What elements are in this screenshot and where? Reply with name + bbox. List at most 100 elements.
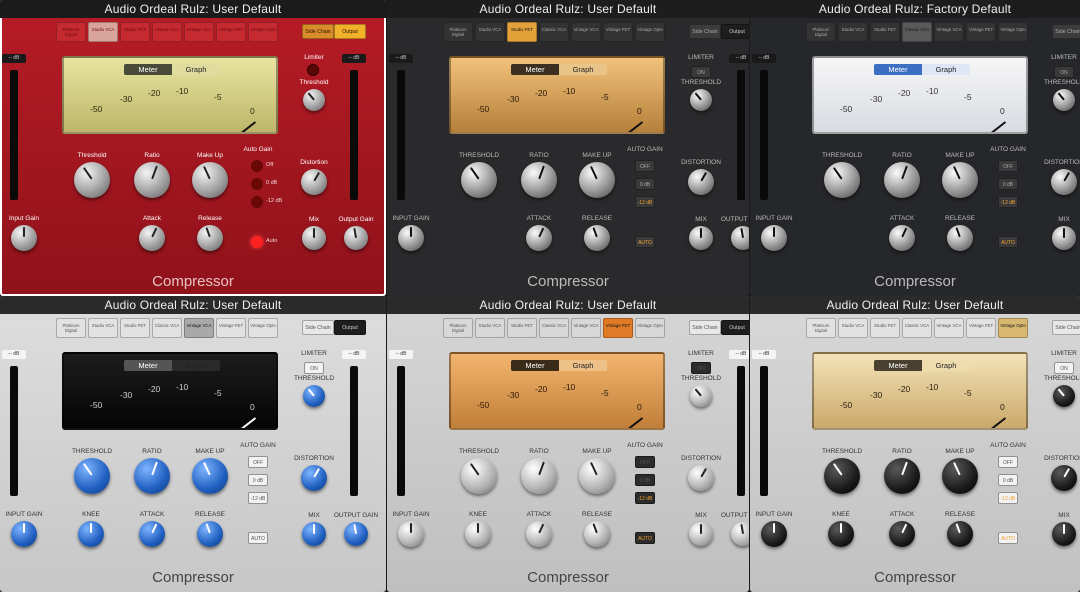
auto-gain-button[interactable]: OFF — [635, 456, 655, 468]
tab-platinum-digital[interactable]: Platinum Digital — [806, 22, 836, 42]
auto-gain-button[interactable]: -12 dB — [998, 492, 1018, 504]
tab-platinum-digital[interactable]: Platinum Digital — [56, 318, 86, 338]
attack-knob[interactable] — [139, 521, 165, 547]
attack-knob[interactable] — [889, 225, 915, 251]
limiter-on-button[interactable]: ON — [304, 362, 324, 374]
tab-platinum-digital[interactable]: Platinum Digital — [443, 22, 473, 42]
mix-knob[interactable] — [1052, 522, 1076, 546]
makeup-knob[interactable] — [192, 162, 228, 198]
output_gain-knob[interactable] — [731, 522, 749, 546]
tab-studio-vca[interactable]: Studio VCA — [475, 22, 505, 42]
auto-gain-button[interactable]: 0 dB — [635, 178, 655, 190]
auto-gain-button[interactable]: 0 dB — [635, 474, 655, 486]
tab-classic-vca[interactable]: Classic VCA — [539, 318, 569, 338]
limiter-on-button[interactable]: ON — [691, 66, 711, 78]
tab-studio-fet[interactable]: Studio FET — [120, 318, 150, 338]
threshold-knob[interactable] — [303, 385, 325, 407]
tab-vintage-fet[interactable]: Vintage FET — [966, 22, 996, 42]
auto-gain-button[interactable]: -12 dB — [635, 196, 655, 208]
tab-vintage-opto[interactable]: Vintage Opto — [635, 318, 665, 338]
tab-studio-fet[interactable]: Studio FET — [120, 22, 150, 42]
makeup-knob[interactable] — [192, 458, 228, 494]
side-chain-button[interactable]: Side Chain — [302, 24, 334, 39]
output_gain-knob[interactable] — [344, 226, 368, 250]
mix-knob[interactable] — [302, 522, 326, 546]
tab-platinum-digital[interactable]: Platinum Digital — [56, 22, 86, 42]
auto-gain-button[interactable]: -12 dB — [998, 196, 1018, 208]
auto-gain-button[interactable]: AUTO — [998, 532, 1018, 544]
tab-studio-vca[interactable]: Studio VCA — [88, 318, 118, 338]
ratio-knob[interactable] — [521, 162, 557, 198]
tab-platinum-digital[interactable]: Platinum Digital — [806, 318, 836, 338]
ratio-knob[interactable] — [134, 162, 170, 198]
input_gain-knob[interactable] — [398, 225, 424, 251]
auto-gain-button[interactable]: 0 dB — [248, 474, 268, 486]
attack-knob[interactable] — [526, 225, 552, 251]
auto-gain-button[interactable]: -12 dB — [248, 492, 268, 504]
makeup-knob[interactable] — [942, 162, 978, 198]
tab-vintage-opto[interactable]: Vintage Opto — [998, 318, 1028, 338]
side-chain-button[interactable]: Side Chain — [689, 320, 721, 335]
distortion-knob[interactable] — [688, 465, 714, 491]
output_gain-knob[interactable] — [344, 522, 368, 546]
mix-knob[interactable] — [1052, 226, 1076, 250]
mix-knob[interactable] — [689, 226, 713, 250]
limiter-on-button[interactable]: ON — [691, 362, 711, 374]
ratio-knob[interactable] — [134, 458, 170, 494]
makeup-knob[interactable] — [942, 458, 978, 494]
input_gain-knob[interactable] — [761, 521, 787, 547]
auto-gain-led[interactable] — [251, 236, 263, 248]
tab-studio-vca[interactable]: Studio VCA — [838, 22, 868, 42]
limiter-on-button[interactable]: ON — [1054, 66, 1074, 78]
threshold-knob[interactable] — [690, 89, 712, 111]
tab-vintage-opto[interactable]: Vintage Opto — [998, 22, 1028, 42]
threshold-knob[interactable] — [74, 458, 110, 494]
tab-vintage-vca[interactable]: Vintage VCA — [934, 318, 964, 338]
limiter-toggle[interactable] — [307, 64, 319, 76]
input_gain-knob[interactable] — [398, 521, 424, 547]
output-button[interactable]: Output — [721, 320, 749, 335]
distortion-knob[interactable] — [1051, 169, 1077, 195]
auto-gain-led[interactable] — [251, 160, 263, 172]
auto-gain-led[interactable] — [251, 178, 263, 190]
distortion-knob[interactable] — [688, 169, 714, 195]
distortion-knob[interactable] — [301, 169, 327, 195]
makeup-knob[interactable] — [579, 458, 615, 494]
release-knob[interactable] — [584, 225, 610, 251]
threshold-knob[interactable] — [1053, 385, 1075, 407]
threshold-knob[interactable] — [303, 89, 325, 111]
attack-knob[interactable] — [526, 521, 552, 547]
output-button[interactable]: Output — [334, 320, 366, 335]
limiter-on-button[interactable]: ON — [1054, 362, 1074, 374]
tab-classic-vca[interactable]: Classic VCA — [152, 22, 182, 42]
knee-knob[interactable] — [828, 521, 854, 547]
threshold-knob[interactable] — [1053, 89, 1075, 111]
release-knob[interactable] — [947, 225, 973, 251]
tab-vintage-vca[interactable]: Vintage VCA — [184, 318, 214, 338]
tab-platinum-digital[interactable]: Platinum Digital — [443, 318, 473, 338]
threshold-knob[interactable] — [824, 162, 860, 198]
input_gain-knob[interactable] — [11, 225, 37, 251]
tab-classic-vca[interactable]: Classic VCA — [902, 318, 932, 338]
mix-knob[interactable] — [302, 226, 326, 250]
output-button[interactable]: Output — [721, 24, 749, 39]
threshold-knob[interactable] — [74, 162, 110, 198]
threshold-knob[interactable] — [824, 458, 860, 494]
knee-knob[interactable] — [78, 521, 104, 547]
tab-vintage-vca[interactable]: Vintage VCA — [934, 22, 964, 42]
side-chain-button[interactable]: Side Chain — [302, 320, 334, 335]
threshold-knob[interactable] — [690, 385, 712, 407]
tab-studio-vca[interactable]: Studio VCA — [475, 318, 505, 338]
attack-knob[interactable] — [889, 521, 915, 547]
makeup-knob[interactable] — [579, 162, 615, 198]
threshold-knob[interactable] — [461, 162, 497, 198]
input_gain-knob[interactable] — [11, 521, 37, 547]
auto-gain-led[interactable] — [251, 196, 263, 208]
tab-studio-fet[interactable]: Studio FET — [870, 22, 900, 42]
auto-gain-button[interactable]: 0 dB — [998, 474, 1018, 486]
distortion-knob[interactable] — [1051, 465, 1077, 491]
ratio-knob[interactable] — [884, 162, 920, 198]
tab-vintage-fet[interactable]: Vintage FET — [603, 318, 633, 338]
tab-classic-vca[interactable]: Classic VCA — [902, 22, 932, 42]
tab-vintage-vca[interactable]: Vintage VCA — [571, 318, 601, 338]
